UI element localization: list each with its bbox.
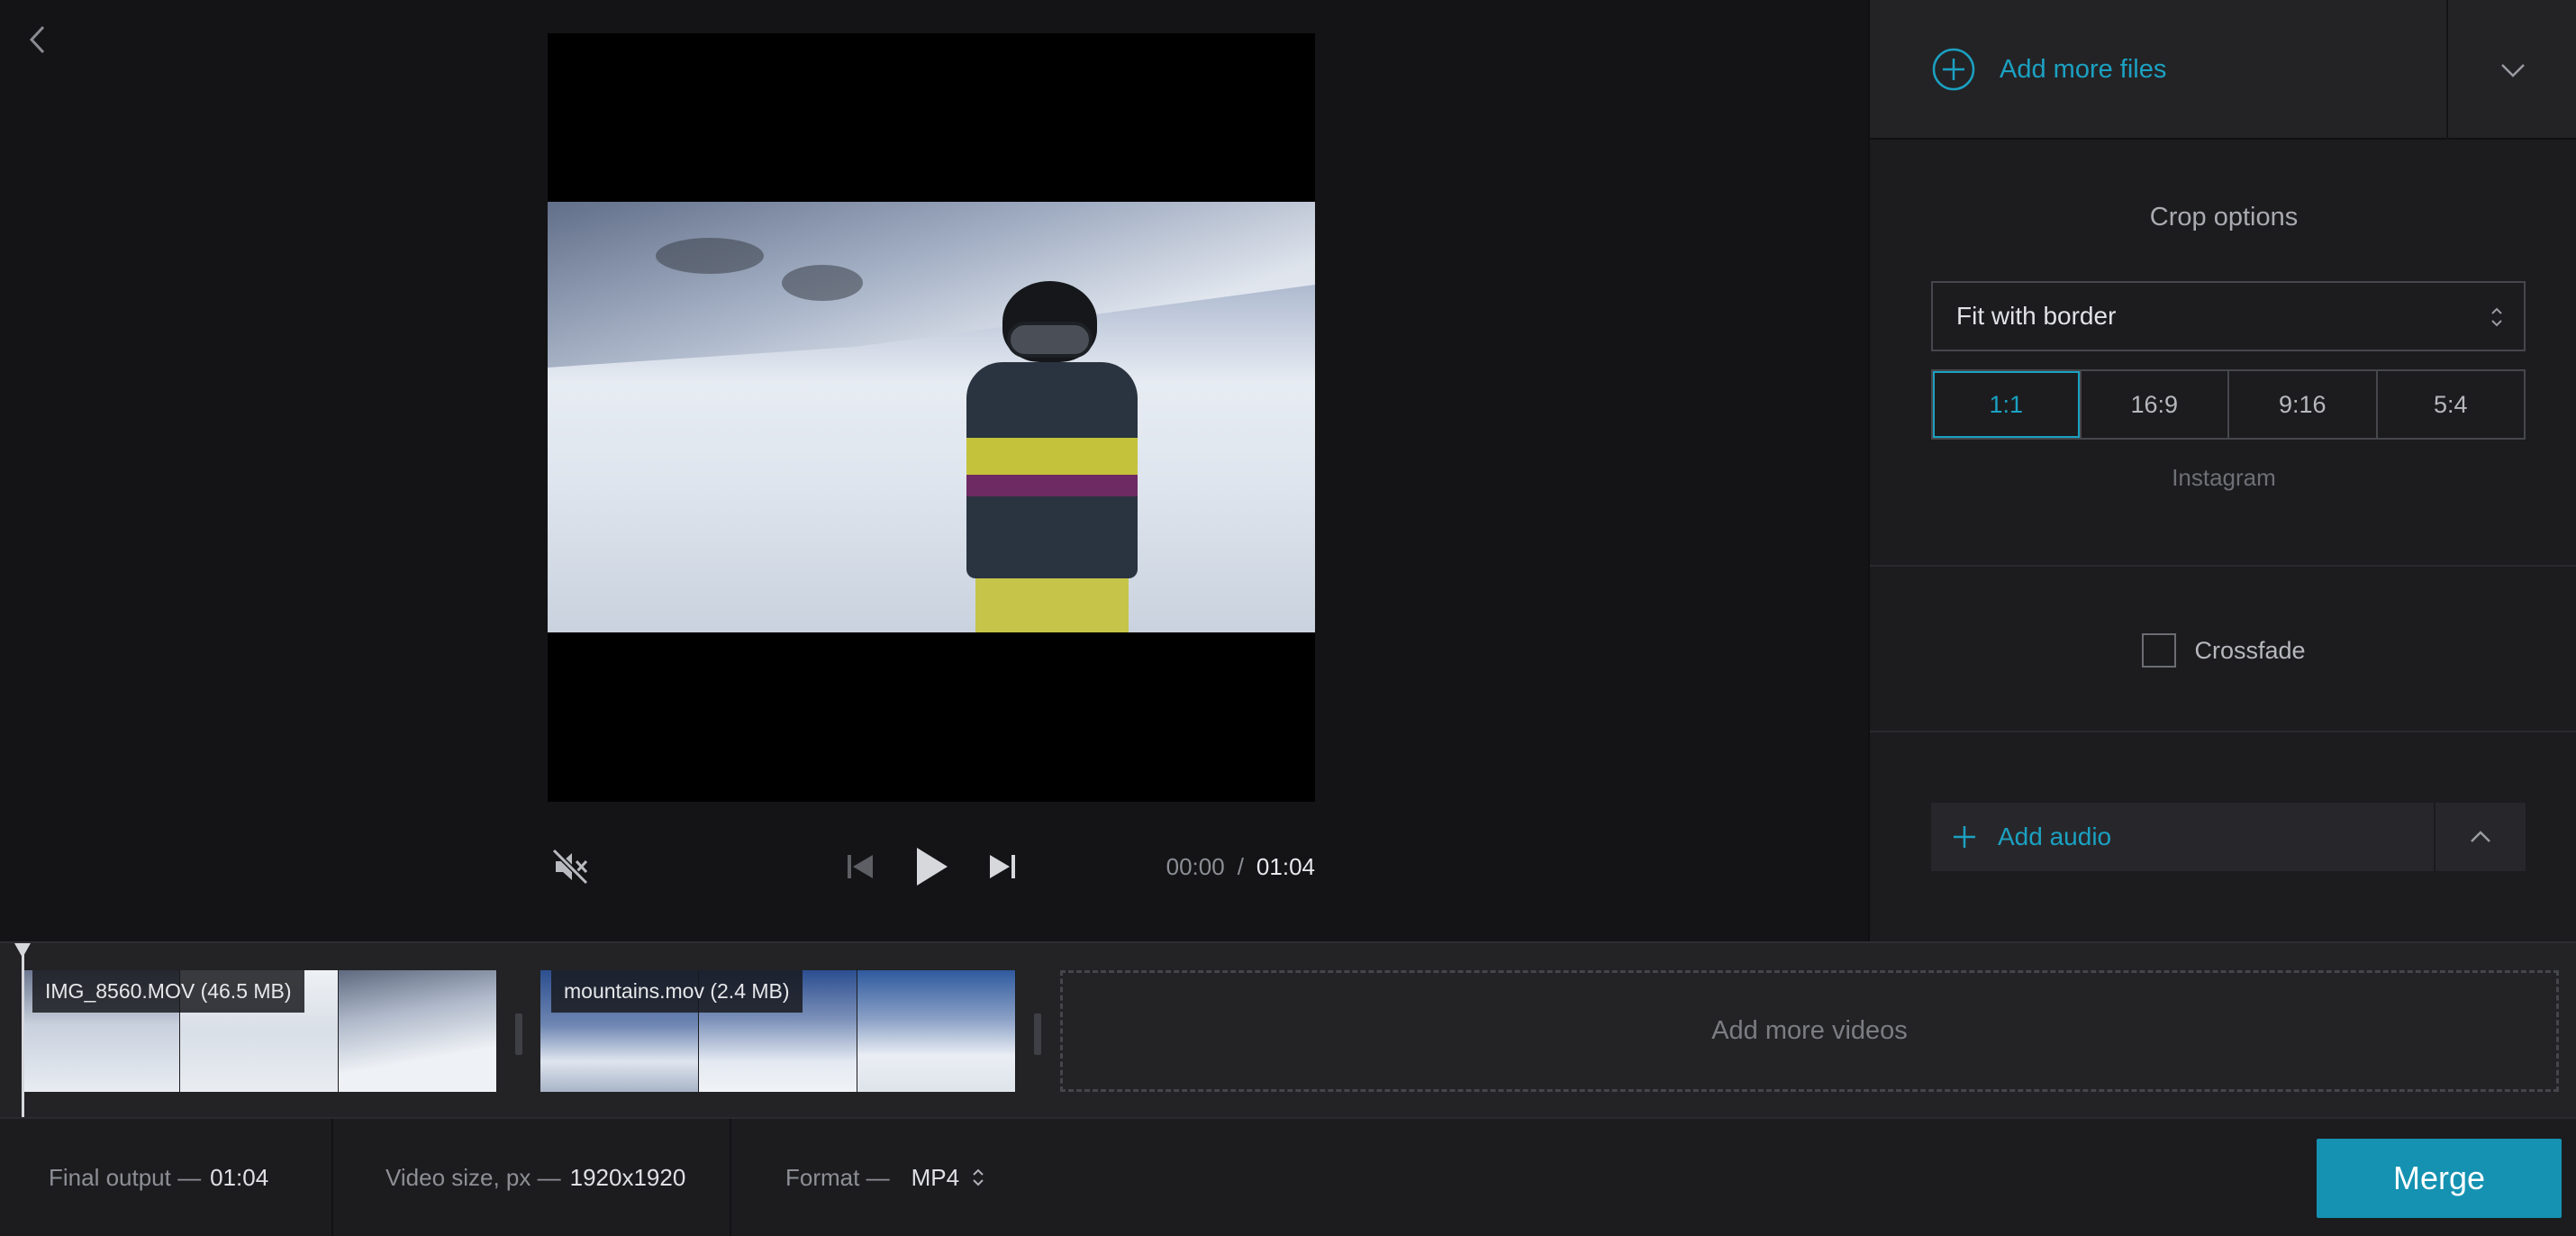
muted-speaker-icon	[551, 848, 589, 886]
format-select[interactable]: MP4	[912, 1164, 984, 1192]
chevron-up-icon	[2471, 831, 2490, 842]
ratio-hint: Instagram	[2172, 464, 2276, 491]
aspect-ratio-group: 1:1 16:9 9:16 5:4	[1931, 369, 2526, 440]
format-label: Format —	[785, 1163, 890, 1191]
ratio-9-16-button[interactable]: 9:16	[2227, 371, 2376, 438]
crossfade-label: Crossfade	[2194, 636, 2306, 664]
player-controls: 00:00 / 01:04	[548, 838, 1315, 895]
select-arrows-icon	[973, 1168, 984, 1186]
play-button[interactable]	[906, 838, 957, 895]
video-size-label: Video size, px —	[385, 1163, 561, 1191]
add-more-videos-dropzone[interactable]: Add more videos	[1060, 970, 2559, 1092]
previous-button[interactable]	[838, 838, 883, 895]
next-button[interactable]	[980, 838, 1025, 895]
final-output-label: Final output —	[49, 1163, 202, 1191]
video-subject	[957, 281, 1147, 632]
video-merger-app: 00:00 / 01:04 Add more files Crop option…	[0, 0, 2576, 1236]
back-button[interactable]	[20, 22, 56, 58]
add-audio-button[interactable]: Add audio	[1951, 803, 2111, 871]
total-duration: 01:04	[1256, 852, 1315, 880]
add-more-files-label: Add more files	[2000, 54, 2167, 84]
timeline-clip[interactable]: IMG_8560.MOV (46.5 MB)	[22, 970, 497, 1092]
ratio-1-1-button[interactable]: 1:1	[1933, 371, 2080, 438]
timeline: IMG_8560.MOV (46.5 MB) mountains.mov (2.…	[0, 941, 2576, 1119]
crossfade-checkbox[interactable]	[2142, 633, 2177, 668]
footer-divider	[730, 1119, 731, 1236]
playhead[interactable]	[14, 943, 31, 1119]
video-size-info: Video size, px — 1920x1920	[385, 1119, 685, 1236]
chevron-left-icon	[29, 25, 45, 54]
crossfade-option[interactable]: Crossfade	[1870, 633, 2576, 668]
format-info: Format — MP4	[785, 1119, 984, 1236]
final-output-info: Final output — 01:04	[49, 1119, 268, 1236]
final-output-value: 01:04	[210, 1163, 269, 1191]
crop-mode-value: Fit with border	[1956, 302, 2117, 330]
timeline-clip[interactable]: mountains.mov (2.4 MB)	[540, 970, 1016, 1092]
mute-button[interactable]	[548, 838, 593, 895]
play-icon	[917, 848, 948, 886]
add-files-bar: Add more files	[1870, 0, 2576, 140]
footer-divider	[331, 1119, 333, 1236]
skip-previous-icon	[848, 855, 873, 878]
add-more-files-button[interactable]: Add more files	[1931, 45, 2166, 94]
preview-area: 00:00 / 01:04	[0, 0, 1868, 941]
video-size-value: 1920x1920	[569, 1163, 686, 1191]
time-readout: 00:00 / 01:04	[1166, 838, 1315, 895]
plus-icon	[1954, 826, 1975, 848]
video-frame	[548, 202, 1315, 632]
add-audio-label: Add audio	[1998, 822, 2112, 850]
crop-options-section: Crop options Fit with border 1:1 16:9 9:…	[1870, 141, 2576, 567]
add-audio-dropdown-toggle[interactable]	[2435, 803, 2526, 871]
footer-bar: Final output — 01:04 Video size, px — 19…	[0, 1117, 2576, 1236]
time-separator: /	[1237, 852, 1244, 880]
crop-mode-select[interactable]: Fit with border	[1931, 281, 2526, 351]
chevron-down-icon	[2501, 63, 2525, 77]
skip-next-icon	[990, 855, 1015, 878]
ratio-5-4-button[interactable]: 5:4	[2375, 371, 2525, 438]
ratio-16-9-button[interactable]: 16:9	[2079, 371, 2228, 438]
merge-button[interactable]: Merge	[2317, 1139, 2562, 1218]
crop-options-title: Crop options	[2149, 203, 2299, 232]
clip-drag-handle[interactable]	[1034, 1013, 1041, 1055]
video-player[interactable]	[548, 33, 1315, 802]
plus-circle-icon	[1932, 48, 1975, 91]
crossfade-section: Crossfade	[1870, 568, 2576, 732]
add-audio-bar: Add audio	[1931, 803, 2526, 871]
clip-name: IMG_8560.MOV (46.5 MB)	[32, 970, 304, 1013]
clip-drag-handle[interactable]	[515, 1013, 522, 1055]
add-files-dropdown-toggle[interactable]	[2448, 0, 2576, 140]
format-value: MP4	[911, 1163, 960, 1191]
select-arrows-icon	[2491, 307, 2502, 327]
current-time: 00:00	[1166, 852, 1225, 880]
settings-panel: Add more files Crop options Fit with bor…	[1868, 0, 2576, 941]
clip-name: mountains.mov (2.4 MB)	[551, 970, 803, 1013]
